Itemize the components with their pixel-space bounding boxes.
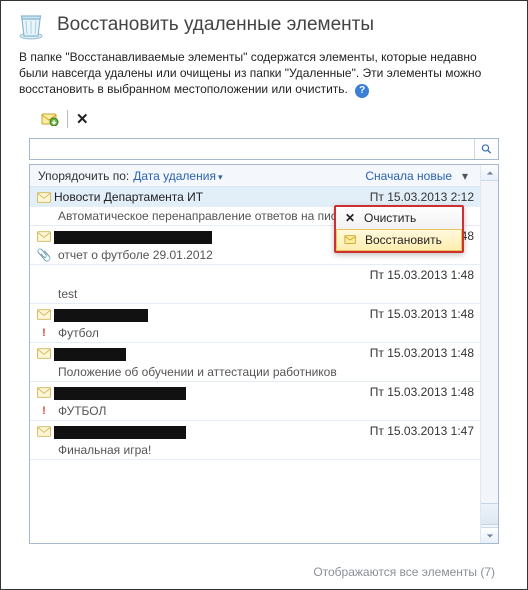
mail-icon [34, 231, 54, 242]
item-subject: Футбол [54, 326, 480, 340]
item-from: Новости Департамента ИТ [54, 190, 370, 204]
item-date: Пт 15.03.2013 1:48 [370, 346, 480, 360]
mail-icon [34, 426, 54, 437]
restore-toolbar-icon[interactable] [41, 112, 59, 126]
item-subject: Финальная игра! [54, 443, 480, 457]
arrange-by-label: Упорядочить по: [38, 169, 129, 183]
page-title: Восстановить удаленные элементы [57, 14, 374, 36]
list-item[interactable]: Пт 15.03.2013 1:48 test [30, 265, 480, 304]
sort-bar: Упорядочить по: Дата удаления▾ Сначала н… [30, 165, 480, 187]
recycle-bin-icon [15, 9, 47, 41]
item-from [54, 385, 370, 399]
scroll-down-icon[interactable] [481, 527, 498, 543]
flag-icon: ! [34, 327, 54, 339]
scroll-up-icon[interactable] [481, 165, 498, 181]
item-subject: test [54, 287, 480, 301]
toolbar: ✕ [1, 104, 527, 138]
sort-options-dropdown[interactable]: ▾ [458, 169, 472, 183]
search-box [29, 138, 499, 160]
scroll-grip[interactable] [481, 503, 498, 525]
item-subject: Положение об обучении и аттестации работ… [54, 365, 480, 379]
list-item[interactable]: Пт 15.03.2013 1:47 Финальная игра! [30, 421, 480, 460]
description-text: В папке "Восстанавливаемые элементы" сод… [1, 45, 527, 104]
list-body: Упорядочить по: Дата удаления▾ Сначала н… [30, 165, 480, 543]
scrollbar[interactable] [480, 165, 498, 543]
restore-icon [343, 232, 359, 248]
context-menu: ✕ Очистить Восстановить [334, 205, 464, 253]
context-restore[interactable]: Восстановить [336, 229, 462, 251]
item-date: Пт 15.03.2013 2:12 [370, 190, 480, 204]
item-date: Пт 15.03.2013 1:48 [370, 307, 480, 321]
sort-order-link[interactable]: Сначала новые [365, 169, 452, 183]
help-icon[interactable]: ? [355, 84, 369, 98]
purge-button[interactable]: ✕ [76, 110, 89, 128]
list-item[interactable]: Пт 15.03.2013 1:48 Положение об обучении … [30, 343, 480, 382]
item-date: Пт 15.03.2013 1:48 [370, 385, 480, 399]
item-date: Пт 15.03.2013 1:47 [370, 424, 480, 438]
item-from [54, 307, 370, 321]
close-icon: ✕ [342, 210, 358, 226]
list-item[interactable]: Пт 15.03.2013 1:48!ФУТБОЛ [30, 382, 480, 421]
item-date: Пт 15.03.2013 1:48 [370, 268, 480, 282]
sort-field-link[interactable]: Дата удаления▾ [133, 169, 222, 183]
item-from [54, 268, 370, 282]
search-input[interactable] [30, 139, 474, 159]
mail-icon [34, 348, 54, 359]
attachment-icon: 📎 [34, 248, 54, 262]
item-from [54, 346, 370, 360]
flag-icon: ! [34, 405, 54, 417]
search-button[interactable] [474, 139, 498, 159]
list-frame: Упорядочить по: Дата удаления▾ Сначала н… [29, 164, 499, 544]
dialog-header: Восстановить удаленные элементы [1, 1, 527, 45]
toolbar-separator [67, 110, 68, 128]
context-clear[interactable]: ✕ Очистить [336, 207, 462, 229]
item-subject: ФУТБОЛ [54, 404, 480, 418]
mail-icon [34, 387, 54, 398]
mail-icon [34, 309, 54, 320]
item-from [54, 424, 370, 438]
mail-icon [34, 192, 54, 203]
list-item[interactable]: Пт 15.03.2013 1:48!Футбол [30, 304, 480, 343]
status-footer: Отображаются все элементы (7) [313, 565, 495, 579]
